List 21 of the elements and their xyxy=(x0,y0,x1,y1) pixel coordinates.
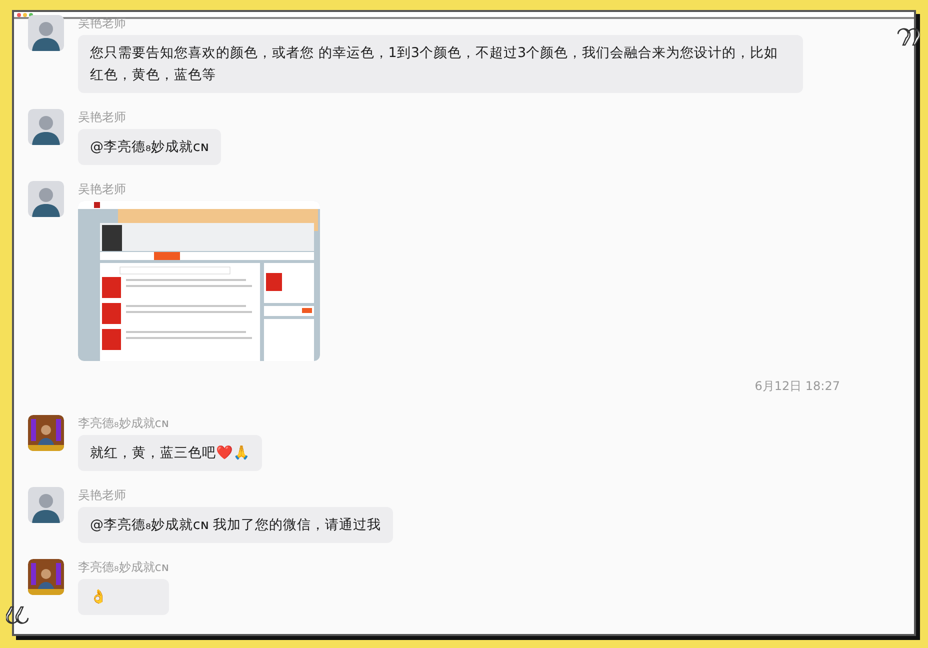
message-bubble: 👌 xyxy=(78,579,170,615)
message-bubble: @李亮德₈妙成就ᴄɴ xyxy=(78,129,221,165)
avatar-poster-icon[interactable] xyxy=(28,415,64,451)
avatar-silhouette-icon[interactable] xyxy=(28,487,64,523)
avatar-silhouette-icon[interactable] xyxy=(28,109,64,145)
webpage-screenshot-drawing[interactable] xyxy=(78,201,320,361)
avatar-silhouette-icon[interactable] xyxy=(28,181,64,217)
avatar-silhouette-icon[interactable] xyxy=(28,15,64,51)
message-bubble: 您只需要告知您喜欢的颜色，或者您 的幸运色，1到3个颜色，不超过3个颜色，我们会融合来为您设计的，比如红色，黄色，蓝色等 xyxy=(78,35,803,93)
avatar-poster-icon[interactable] xyxy=(28,559,64,595)
sender-name: 李亮德₈妙成就ᴄɴ xyxy=(78,560,170,574)
timestamp: 6月12日 18:27 xyxy=(754,379,840,393)
window-control-dot[interactable] xyxy=(17,12,21,16)
sender-name: 吴艳老师 xyxy=(78,182,126,196)
window-control-dot[interactable] xyxy=(23,12,27,16)
sender-name: 吴艳老师 xyxy=(78,110,126,124)
sender-name: 李亮德₈妙成就ᴄɴ xyxy=(78,416,170,430)
sender-name: 吴艳老师 xyxy=(78,16,126,30)
message-bubble: 就红，黄，蓝三色吧❤🙏 xyxy=(78,435,262,471)
message-bubble: @李亮德₈妙成就ᴄɴ 我加了您的微信，请通过我 xyxy=(78,507,394,543)
sender-name: 吴艳老师 xyxy=(78,488,126,502)
